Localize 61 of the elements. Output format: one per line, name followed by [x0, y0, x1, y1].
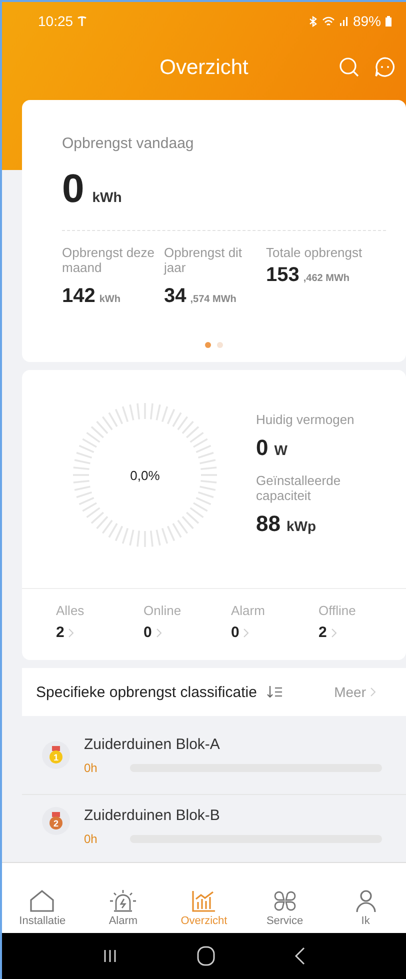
capacity-unit: kWp — [286, 518, 316, 534]
capacity-value: 88 — [256, 510, 280, 536]
stat-label: Totale opbrengst — [266, 245, 364, 260]
ranking-row[interactable]: 1 Zuiderduinen Blok-A 0h — [22, 716, 406, 795]
status-count[interactable]: Online 0 — [144, 603, 231, 641]
siren-icon — [108, 889, 138, 913]
plant-hours: 0h — [84, 760, 98, 774]
medal-icon: 1 — [42, 741, 70, 769]
current-power-value: 0 — [256, 434, 268, 460]
current-power-label: Huidig vermogen — [256, 412, 356, 426]
battery-icon — [385, 16, 392, 26]
house-icon — [29, 889, 56, 913]
nav-tab[interactable]: Installatie — [2, 863, 83, 933]
page-dot[interactable] — [205, 342, 211, 348]
stat-value: 153 — [266, 264, 300, 286]
home-icon[interactable] — [196, 946, 215, 966]
plant-name: Zuiderduinen Blok-A — [84, 736, 221, 752]
stat-value: 142 — [62, 285, 96, 307]
chat-bubble-icon[interactable] — [374, 56, 396, 78]
status-count[interactable]: Alarm 0 — [231, 603, 318, 641]
gauge-reading: 0,0% — [130, 468, 160, 482]
status-time: 10:25 — [38, 13, 74, 29]
today-label: Opbrengst vandaag — [62, 136, 195, 151]
stat-label: Opbrengst dit jaar — [164, 245, 244, 275]
nav-tab[interactable]: Ik — [325, 863, 406, 933]
signal-icon — [338, 16, 349, 26]
stat-value: 34 — [164, 285, 186, 307]
medal-icon: 2 — [42, 807, 70, 835]
stat-unit: ,462 MWh — [303, 273, 350, 284]
plant-name: Zuiderduinen Blok-B — [84, 807, 221, 824]
chevron-icon — [330, 628, 337, 638]
stat-unit: kWh — [99, 294, 120, 305]
bluetooth-icon — [308, 16, 318, 26]
nav-tab[interactable]: Alarm — [82, 863, 164, 933]
page-dot[interactable] — [217, 342, 223, 348]
search-icon[interactable] — [338, 56, 360, 78]
battery-percentage: 89% — [352, 13, 381, 29]
status-count[interactable]: Offline 2 — [318, 603, 406, 641]
sort-icon[interactable] — [266, 685, 283, 699]
page-title: Overzicht — [160, 56, 248, 80]
status-count[interactable]: Alles 2 — [56, 603, 144, 641]
current-power-unit: W — [274, 442, 288, 458]
wifi-icon — [322, 16, 335, 26]
today-value: 0 — [62, 167, 84, 212]
plant-hours: 0h — [84, 832, 98, 846]
bar-chart-icon — [190, 889, 217, 913]
chevron-icon — [68, 628, 74, 638]
nav-tab[interactable]: Service — [244, 863, 326, 933]
ranking-row[interactable]: 2 Zuiderduinen Blok-B 0h — [22, 795, 406, 857]
chevron-icon — [156, 628, 162, 638]
antenna-icon — [77, 16, 88, 26]
capacity-label: Geïnstalleerde capaciteit — [256, 472, 342, 502]
today-unit: kWh — [92, 189, 122, 205]
chevron-icon — [370, 687, 376, 697]
back-icon[interactable] — [294, 947, 306, 965]
recent-apps-icon[interactable] — [102, 948, 118, 964]
stat-label: Opbrengst deze maand — [62, 245, 156, 275]
chevron-icon — [243, 628, 250, 638]
stat-unit: ,574 MWh — [190, 294, 236, 305]
clover-grid-icon — [272, 889, 298, 913]
ranking-title: Specifieke opbrengst classificatie — [36, 684, 257, 700]
